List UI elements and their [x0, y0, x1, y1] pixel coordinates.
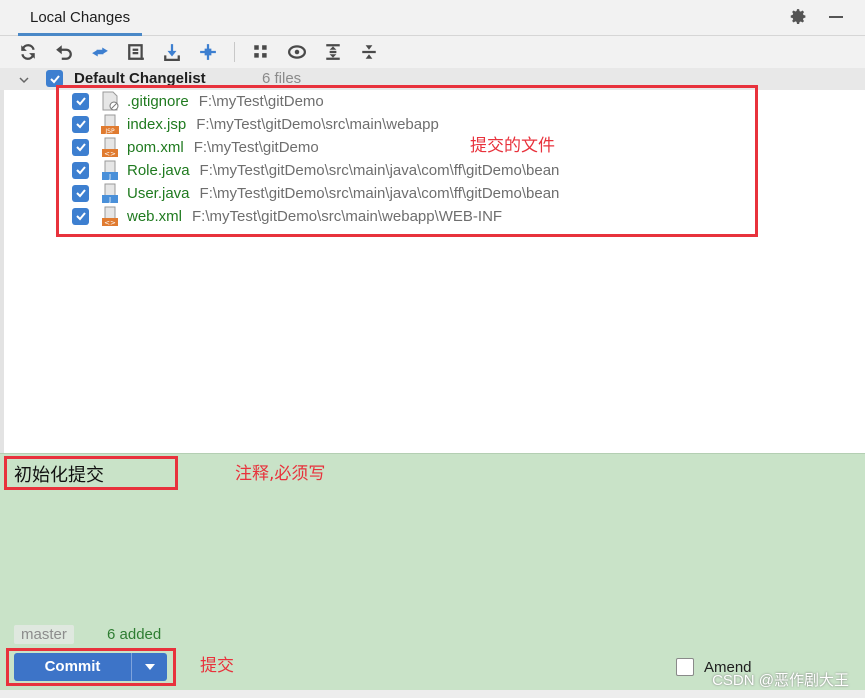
refresh-icon[interactable] [16, 40, 40, 64]
changes-tree: Default Changelist 6 files .gitignore F:… [0, 68, 865, 453]
chevron-down-icon[interactable] [18, 73, 30, 85]
toolbar-separator [234, 42, 235, 62]
commit-annotation: 提交 [200, 656, 234, 676]
collapse-icon[interactable] [357, 40, 381, 64]
diff-icon[interactable] [88, 40, 112, 64]
added-count: 6 added [107, 626, 162, 643]
message-highlight-box [4, 456, 178, 490]
amend-checkbox[interactable] [676, 658, 694, 676]
panel-edge [0, 68, 4, 453]
expand-icon[interactable] [321, 40, 345, 64]
changes-toolbar [0, 36, 865, 68]
tool-window-header: Local Changes [0, 0, 865, 36]
files-annotation: 提交的文件 [470, 136, 555, 156]
move-icon[interactable] [196, 40, 220, 64]
update-icon[interactable] [160, 40, 184, 64]
rollback-icon[interactable] [52, 40, 76, 64]
minimize-icon[interactable] [829, 15, 843, 18]
tab-local-changes[interactable]: Local Changes [18, 5, 143, 36]
commit-highlight-box [6, 648, 176, 686]
watermark: CSDN @恶作剧大王 [712, 672, 849, 689]
shelve-icon[interactable] [124, 40, 148, 64]
message-annotation: 注释,必须写 [235, 464, 326, 484]
files-highlight-box [56, 85, 758, 237]
gear-icon[interactable] [790, 8, 807, 25]
header-actions [790, 8, 843, 25]
show-icon[interactable] [285, 40, 309, 64]
bottom-strip [0, 690, 865, 698]
branch-badge[interactable]: master [14, 625, 74, 644]
commit-message-panel[interactable]: 初始化提交 注释,必须写 master 6 added Commit 提交 Am… [0, 453, 865, 698]
group-icon[interactable] [249, 40, 273, 64]
